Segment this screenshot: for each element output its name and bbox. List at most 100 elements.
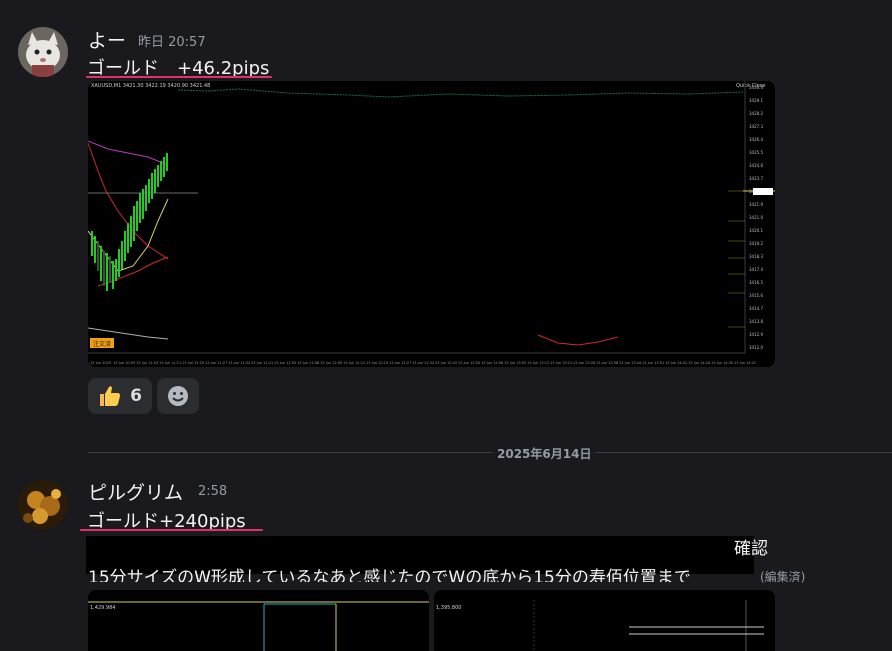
time-tick-label: 13 Jun 11:41 xyxy=(251,361,273,365)
time-tick-label: 13 Jun 2025 xyxy=(90,361,111,365)
candle xyxy=(136,201,138,231)
price-tick-label: 3414.7 xyxy=(749,306,763,311)
price-tick-label: 3412.0 xyxy=(749,345,763,350)
pilgrim-avatar-icon xyxy=(18,480,68,530)
price-tick-label: 3421.9 xyxy=(749,202,763,207)
avatar-yo[interactable] xyxy=(18,27,68,77)
time-tick-label: 13 Jun 11:20 xyxy=(182,361,204,365)
price-tick-label: 3427.3 xyxy=(749,124,763,129)
candle xyxy=(151,173,153,199)
time-tick-label: 13 Jun 11:27 xyxy=(205,361,227,365)
candle xyxy=(106,253,108,291)
candle xyxy=(115,259,117,281)
username[interactable]: ピルグリム xyxy=(88,478,183,505)
time-tick-label: 13 Jun 13:44 xyxy=(619,361,642,365)
message-line-tail: 確認 xyxy=(734,539,768,559)
price-chart: 1,395.800 xyxy=(434,590,775,651)
price-tick-label: 3415.6 xyxy=(749,293,763,298)
chart-image-2b[interactable]: 1,395.800 xyxy=(434,590,775,651)
time-tick-label: 13 Jun 13:36 xyxy=(596,361,618,365)
candle xyxy=(124,231,126,261)
edited-label: (編集済) xyxy=(760,570,806,584)
reaction-thumbs-up[interactable]: 6 xyxy=(88,378,152,414)
chart-symbol-header: XAUUSD,M1 3421.30 3422.19 3420.90 3421.4… xyxy=(91,83,210,89)
chart-price-label: 1,395.800 xyxy=(436,605,461,611)
price-tick-label: 3420.1 xyxy=(749,228,763,233)
time-tick-label: 13 Jun 12:34 xyxy=(412,361,435,365)
timestamp: 昨日 20:57 xyxy=(138,35,206,50)
add-reaction-button[interactable] xyxy=(157,378,199,414)
message-line-2: 15分サイズのW形成しているなあと感じたのでWの底から15分の寿佰位置まで xyxy=(88,568,691,582)
price-tick-label: 3412.9 xyxy=(749,332,763,337)
price-tick-label: 3430.4 xyxy=(749,85,763,90)
timestamp: 2:58 xyxy=(198,484,228,499)
price-tick-label: 3426.4 xyxy=(749,137,763,142)
cat-avatar-icon xyxy=(18,27,68,77)
time-tick-label: 13 Jun 12:42 xyxy=(435,361,457,365)
candle xyxy=(127,223,129,253)
candle xyxy=(142,189,144,219)
highlight-underline xyxy=(86,76,272,78)
candle xyxy=(148,179,150,203)
price-tick-label: 3425.5 xyxy=(749,150,763,155)
time-tick-label: 13 Jun 10:59 xyxy=(113,361,135,365)
time-tick-label: 13 Jun 13:28 xyxy=(573,361,595,365)
candle xyxy=(160,161,162,181)
discord-chat-view: よー 昨日 20:57 ゴールド +46.2pips XAUUSD,M1 342… xyxy=(0,0,892,651)
candle xyxy=(163,157,165,177)
candle xyxy=(157,165,159,187)
candle xyxy=(133,206,135,241)
price-chart: 1,429.984 xyxy=(88,590,429,651)
time-tick-label: 13 Jun 11:50 xyxy=(274,361,296,365)
time-tick-label: 13 Jun 11:03 xyxy=(136,361,158,365)
reaction-count: 6 xyxy=(130,386,142,406)
price-tick-label: 3416.5 xyxy=(749,280,763,285)
price-tick-label: 3428.2 xyxy=(749,111,763,116)
price-tick-label: 3423.7 xyxy=(749,176,763,181)
price-tick-label: 3417.4 xyxy=(749,267,763,272)
time-tick-label: 13 Jun 12:19 xyxy=(366,361,388,365)
time-tick-label: 13 Jun 13:13 xyxy=(527,361,549,365)
time-tick-label: 13 Jun 14:30 xyxy=(711,361,733,365)
chart-image-xauusd[interactable]: XAUUSD,M1 3421.30 3422.19 3420.90 3421.4… xyxy=(88,81,775,367)
price-tick-label: 3424.6 xyxy=(749,163,763,168)
time-tick-label: 13 Jun 13:21 xyxy=(550,361,572,365)
candle xyxy=(154,169,156,193)
time-tick-label: 13 Jun 12:12 xyxy=(343,361,365,365)
time-tick-label: 13 Jun 13:05 xyxy=(504,361,526,365)
add-reaction-icon xyxy=(168,386,188,406)
candle xyxy=(139,193,141,223)
chart-image-2a[interactable]: 1,429.984 xyxy=(88,590,429,651)
price-tick-label: 3418.3 xyxy=(749,254,763,259)
candle xyxy=(166,153,168,171)
order-badge-label: 注文済 xyxy=(93,340,111,348)
time-tick-label: 13 Jun 12:05 xyxy=(320,361,342,365)
price-tick-label: 3421.0 xyxy=(749,215,763,220)
highlight-underline xyxy=(80,529,263,531)
thumbs-up-icon xyxy=(100,386,121,406)
candle xyxy=(112,261,114,289)
candle xyxy=(130,216,132,247)
price-tick-label: 3419.2 xyxy=(749,241,763,246)
time-tick-label: 13 Jun 11:58 xyxy=(297,361,319,365)
date-divider-line xyxy=(88,452,892,453)
time-tick-label: 13 Jun 12:27 xyxy=(389,361,411,365)
price-chart: XAUUSD,M1 3421.30 3422.19 3420.90 3421.4… xyxy=(88,81,775,367)
price-tick-label: 3413.8 xyxy=(749,319,763,324)
candle xyxy=(94,236,96,263)
time-tick-label: 13 Jun 14:47 xyxy=(734,361,756,365)
chart-price-label: 1,429.984 xyxy=(90,605,115,611)
time-tick-label: 13 Jun 11:11 xyxy=(159,361,181,365)
date-divider: 2025年6月14日 xyxy=(493,445,596,462)
candle xyxy=(121,241,123,269)
candle xyxy=(91,231,93,256)
candle xyxy=(97,241,99,271)
candle xyxy=(109,256,111,283)
time-tick-label: 13 Jun 12:58 xyxy=(481,361,503,365)
candle xyxy=(100,246,102,281)
price-tick-label: 3429.1 xyxy=(749,98,763,103)
username[interactable]: よー xyxy=(88,26,126,53)
avatar-pilgrim[interactable] xyxy=(18,480,68,530)
candle xyxy=(103,251,105,286)
time-tick-label: 13 Jun 13:51 xyxy=(642,361,664,365)
